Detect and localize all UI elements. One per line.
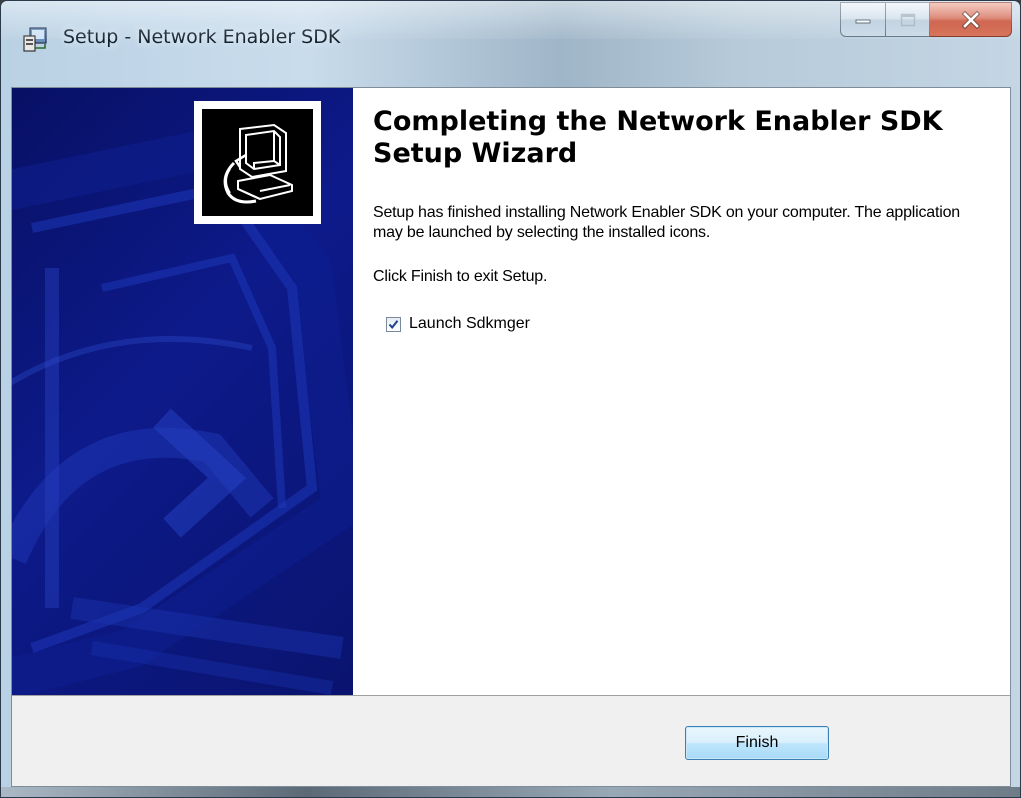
launch-checkbox-label[interactable]: Launch Sdkmger xyxy=(409,315,530,333)
checkmark-icon xyxy=(388,319,399,329)
setup-installer-icon[interactable] xyxy=(21,26,49,54)
window-bottom-border xyxy=(1,787,1020,797)
window-title: Setup - Network Enabler SDK xyxy=(63,26,341,48)
launch-checkbox[interactable] xyxy=(386,316,401,332)
finished-message: Setup has finished installing Network En… xyxy=(373,204,961,241)
minimize-icon xyxy=(855,19,871,23)
close-button[interactable] xyxy=(930,2,1012,37)
wizard-content: Completing the Network Enabler SDK Setup… xyxy=(373,88,990,333)
wizard-client-area: Completing the Network Enabler SDK Setup… xyxy=(11,87,1011,787)
title-bar[interactable]: Setup - Network Enabler SDK xyxy=(1,1,1020,87)
minimize-button[interactable] xyxy=(840,2,886,37)
setup-logo xyxy=(194,101,321,224)
wizard-footer: Finish xyxy=(12,695,1010,786)
maximize-icon xyxy=(900,13,915,26)
caption-buttons xyxy=(840,2,1012,38)
close-icon xyxy=(961,10,980,29)
maximize-button[interactable] xyxy=(886,2,930,37)
finish-button[interactable]: Finish xyxy=(685,726,829,760)
wizard-banner-image xyxy=(12,88,353,695)
setup-window: Setup - Network Enabler SDK Completing t… xyxy=(0,0,1021,798)
computer-setup-icon xyxy=(223,123,293,203)
launch-option[interactable]: Launch Sdkmger xyxy=(373,315,990,333)
exit-instruction: Click Finish to exit Setup. xyxy=(373,268,548,285)
wizard-heading: Completing the Network Enabler SDK Setup… xyxy=(373,106,943,169)
